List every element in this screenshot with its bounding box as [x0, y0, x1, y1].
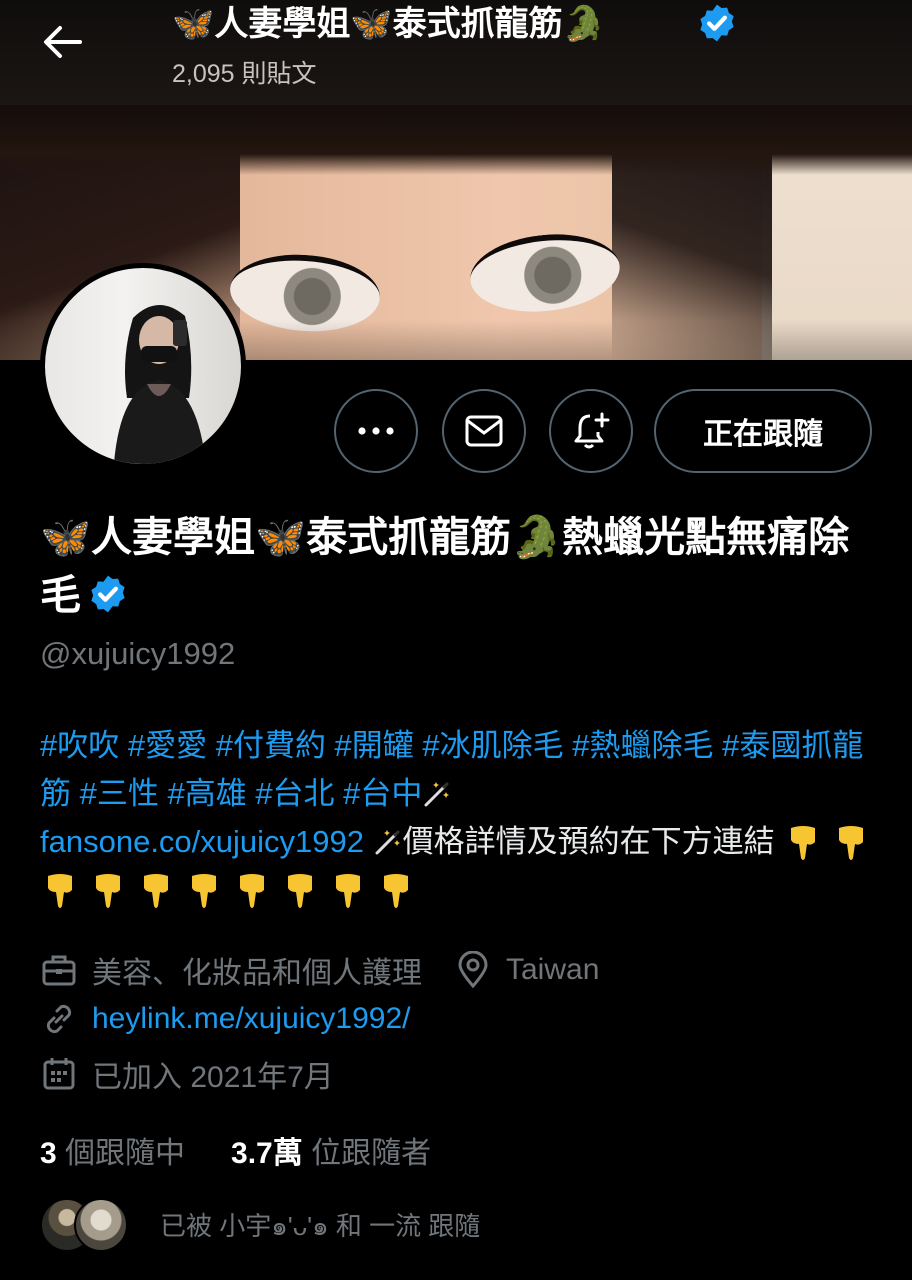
profile-meta-joined: 已加入 2021年7月 [40, 1052, 334, 1096]
pointing-down-icon [791, 826, 816, 860]
more-button[interactable] [334, 389, 418, 473]
banner-eye-right [466, 227, 624, 319]
mutual-avatar-2 [74, 1198, 128, 1252]
joined-label: 已加入 2021年7月 [92, 1061, 334, 1094]
pointing-down-icon [288, 874, 312, 908]
profile-name: 🦋人妻學姐🦋泰式抓龍筋🐊熱蠟光點無痛除毛 [40, 508, 880, 624]
more-icon [358, 427, 394, 435]
bio-link[interactable]: fansone.co/xujuicy1992 [40, 824, 364, 859]
bio-text: 價格詳情及預約在下方連結 [402, 824, 775, 859]
link-icon [46, 1004, 72, 1034]
back-button[interactable] [40, 22, 84, 62]
verified-icon [700, 4, 734, 42]
bell-plus-icon [574, 412, 610, 449]
verified-icon [91, 575, 125, 613]
following-link[interactable]: 3 個跟隨中 [40, 1137, 185, 1170]
pointing-down-icon [192, 874, 216, 908]
location-label: Taiwan [506, 953, 600, 986]
message-button[interactable] [442, 389, 526, 473]
profile-bio: #吹吹 #愛愛 #付費約 #開罐 #冰肌除毛 #熱蠟除毛 #泰國抓龍筋 #三性 … [40, 722, 890, 914]
top-header: 🦋人妻學姐🦋泰式抓龍筋🐊 2,095 則貼文 [0, 0, 912, 105]
post-count: 2,095 則貼文 [172, 60, 317, 88]
notifications-button[interactable] [549, 389, 633, 473]
website-link[interactable]: heylink.me/xujuicy1992/ [92, 1002, 411, 1036]
pointing-down-icon [384, 874, 408, 908]
profile-meta-website: heylink.me/xujuicy1992/ [40, 1000, 411, 1038]
followed-by-row[interactable]: 已被 小宇๑'ᴗ'๑ 和 一流 跟隨 [40, 1198, 480, 1254]
mail-icon [465, 415, 503, 447]
profile-name-text: 🦋人妻學姐🦋泰式抓龍筋🐊熱蠟光點無痛除毛 [40, 514, 850, 618]
avatar[interactable] [40, 263, 246, 469]
followers-link[interactable]: 3.7萬 位跟隨者 [231, 1137, 431, 1170]
avatar-person-image [113, 304, 206, 464]
profile-meta-category: 美容、化妝品和個人護理 Taiwan [40, 948, 599, 992]
pointing-down-icon [839, 826, 864, 860]
pointing-down-icon [48, 874, 72, 908]
mutual-avatars [40, 1198, 140, 1254]
follow-stats: 3 個跟隨中 3.7萬 位跟隨者 [40, 1128, 431, 1172]
pointing-down-icon [144, 874, 168, 908]
magic-wand-icon [375, 830, 400, 855]
following-button[interactable]: 正在跟隨 [654, 389, 872, 473]
profile-handle: @xujuicy1992 [40, 636, 236, 671]
pointing-down-icon [96, 874, 120, 908]
banner-bangs [0, 105, 912, 175]
category-label: 美容、化妝品和個人護理 [92, 957, 422, 990]
briefcase-icon [42, 955, 76, 986]
back-arrow-icon [44, 26, 82, 58]
calendar-icon [43, 1058, 75, 1090]
pointing-down-icon [240, 874, 264, 908]
magic-wand-icon [424, 782, 450, 807]
followed-by-text: 已被 小宇๑'ᴗ'๑ 和 一流 跟隨 [160, 1210, 481, 1241]
pointing-down-icon [336, 874, 360, 908]
location-pin-icon [458, 951, 488, 989]
